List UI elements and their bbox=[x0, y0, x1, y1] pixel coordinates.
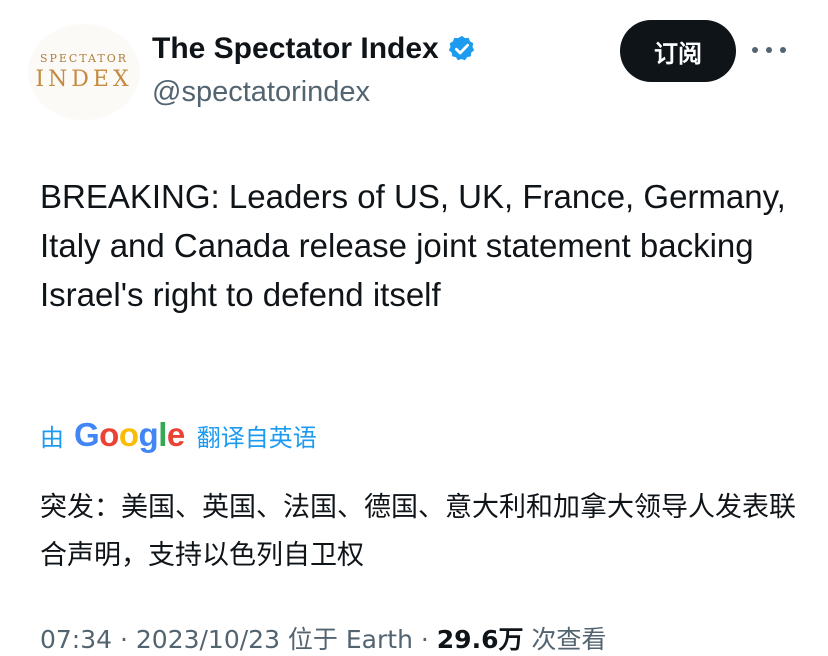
dot bbox=[780, 47, 786, 53]
google-logo: Google bbox=[74, 416, 185, 453]
separator: · bbox=[412, 625, 437, 654]
name-row: The Spectator Index bbox=[152, 32, 477, 66]
display-name[interactable]: The Spectator Index bbox=[152, 32, 439, 66]
translated-text: 突发：美国、英国、法国、德国、意大利和加拿大领导人发表联合声明，支持以色列自卫权 bbox=[40, 492, 796, 571]
subscribe-button[interactable]: 订阅 bbox=[620, 20, 736, 82]
tweet-text: BREAKING: Leaders of US, UK, France, Ger… bbox=[40, 178, 786, 313]
location-prefix: 位于 bbox=[279, 625, 346, 654]
avatar-text-top: SPECTATOR bbox=[39, 52, 129, 65]
more-dots-icon[interactable] bbox=[752, 38, 786, 62]
view-count[interactable]: 29.6万 bbox=[437, 625, 524, 654]
translated-from-label: 翻译自英语 bbox=[196, 423, 317, 452]
tweet-location: Earth bbox=[345, 625, 413, 654]
tweet-date[interactable]: 2023/10/23 bbox=[136, 625, 280, 654]
verified-badge-icon bbox=[448, 35, 474, 61]
translated-by-label: 由 bbox=[40, 423, 64, 452]
separator: · bbox=[112, 625, 136, 654]
account-handle[interactable]: @spectatorindex bbox=[152, 76, 370, 109]
dot bbox=[752, 47, 758, 53]
translate-attribution[interactable]: 由 Google 翻译自英语 bbox=[40, 416, 317, 454]
views-label: 次查看 bbox=[523, 625, 607, 654]
tweet-time[interactable]: 07:34 bbox=[40, 625, 112, 654]
avatar[interactable]: SPECTATOR INDEX bbox=[28, 24, 140, 120]
avatar-text-bottom: INDEX bbox=[35, 67, 133, 92]
dot bbox=[766, 47, 772, 53]
tweet-meta: 07:34 · 2023/10/23 位于 Earth · 29.6万 次查看 bbox=[40, 620, 606, 656]
